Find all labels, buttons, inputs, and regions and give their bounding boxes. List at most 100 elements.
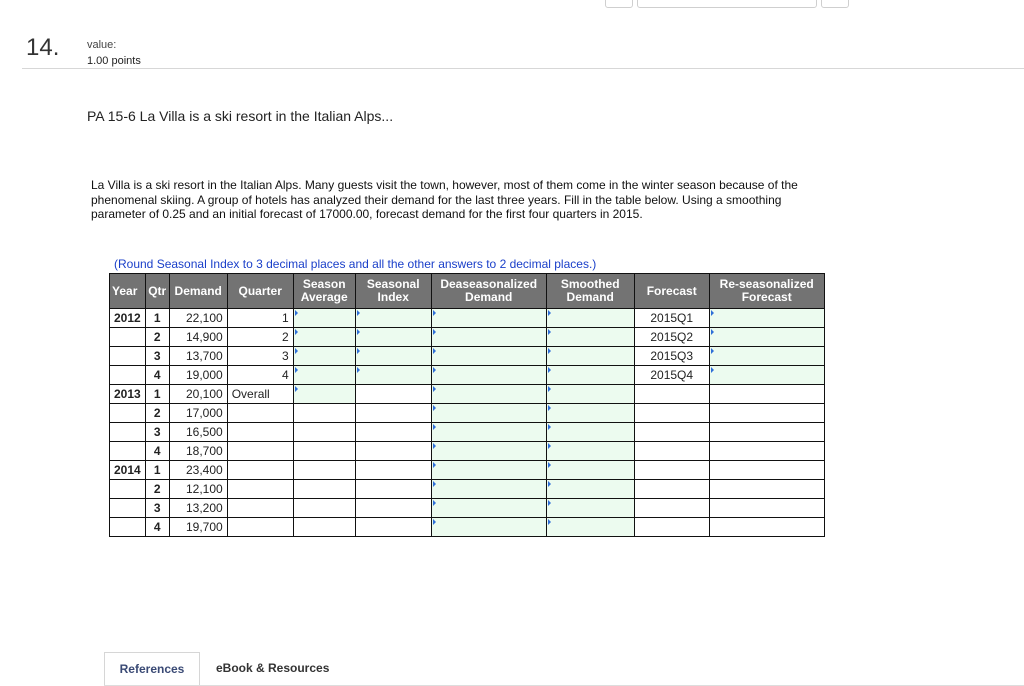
- table-row: 4 19,000 4 2015Q4: [109, 365, 825, 385]
- smoothed-demand-input[interactable]: [545, 460, 635, 480]
- deseasonalized-demand-input[interactable]: [430, 460, 547, 480]
- demand-cell: 13,700: [168, 346, 228, 366]
- forecast-period-cell: [633, 403, 710, 423]
- year-cell: 2012: [109, 308, 146, 328]
- header-reseasonalized-forecast: Re-seasonalized Forecast: [708, 273, 825, 309]
- seasonal-index-input[interactable]: [354, 327, 432, 347]
- deseasonalized-demand-input[interactable]: [430, 403, 547, 423]
- reseasonalized-forecast-input[interactable]: [708, 327, 825, 347]
- smoothed-demand-input[interactable]: [545, 346, 635, 366]
- reseasonalized-forecast-input[interactable]: [708, 308, 825, 328]
- quarter-cell: [226, 479, 294, 499]
- problem-text: La Villa is a ski resort in the Italian …: [91, 178, 798, 221]
- empty-cell: [292, 479, 356, 499]
- deseasonalized-demand-input[interactable]: [430, 517, 547, 537]
- qtr-cell: 1: [144, 308, 170, 328]
- quarter-cell: [226, 460, 294, 480]
- smoothed-demand-input[interactable]: [545, 384, 635, 404]
- deseasonalized-demand-input[interactable]: [430, 327, 547, 347]
- seasonal-index-input[interactable]: [354, 346, 432, 366]
- demand-cell: 12,100: [168, 479, 228, 499]
- demand-cell: 19,000: [168, 365, 228, 385]
- empty-cell: [292, 403, 356, 423]
- smoothed-demand-input[interactable]: [545, 498, 635, 518]
- deseasonalized-demand-input[interactable]: [430, 384, 547, 404]
- empty-cell: [292, 498, 356, 518]
- forecast-period-cell: 2015Q2: [633, 327, 710, 347]
- smoothed-demand-input[interactable]: [545, 308, 635, 328]
- empty-cell: [292, 441, 356, 461]
- header-seasonal-index: Seasonal Index: [354, 273, 432, 309]
- header-season-average: Season Average: [292, 273, 356, 309]
- quarter-cell: [226, 441, 294, 461]
- table-row: 2 14,900 2 2015Q2: [109, 327, 825, 347]
- qtr-cell: 1: [144, 460, 170, 480]
- smoothed-demand-input[interactable]: [545, 517, 635, 537]
- smoothed-demand-input[interactable]: [545, 441, 635, 461]
- quarter-cell: 3: [226, 346, 294, 366]
- seasonal-index-input[interactable]: [354, 365, 432, 385]
- smoothed-demand-input[interactable]: [545, 422, 635, 442]
- top-control-middle[interactable]: [637, 0, 817, 8]
- top-control-left[interactable]: [605, 0, 633, 8]
- forecast-period-cell: [633, 517, 710, 537]
- year-cell: [109, 441, 146, 461]
- season-average-input[interactable]: [292, 365, 356, 385]
- season-average-input[interactable]: [292, 308, 356, 328]
- table-row: 4 19,700: [109, 517, 825, 537]
- rounding-note: (Round Seasonal Index to 3 decimal place…: [114, 257, 597, 271]
- empty-cell: [354, 403, 432, 423]
- header-deseasonalized-demand: Deaseasonalized Demand: [430, 273, 547, 309]
- forecast-period-cell: [633, 384, 710, 404]
- year-cell: [109, 498, 146, 518]
- demand-cell: 20,100: [168, 384, 228, 404]
- empty-cell: [354, 517, 432, 537]
- quarter-cell: 2: [226, 327, 294, 347]
- empty-cell: [708, 498, 825, 518]
- deseasonalized-demand-input[interactable]: [430, 308, 547, 328]
- deseasonalized-demand-input[interactable]: [430, 365, 547, 385]
- quarter-cell: [226, 403, 294, 423]
- table-row: 4 18,700: [109, 441, 825, 461]
- demand-cell: 16,500: [168, 422, 228, 442]
- header-year: Year: [109, 273, 146, 309]
- header-quarter: Quarter: [226, 273, 294, 309]
- value-label: value:: [87, 39, 117, 51]
- reseasonalized-forecast-input[interactable]: [708, 346, 825, 366]
- smoothed-demand-input[interactable]: [545, 327, 635, 347]
- forecast-period-cell: 2015Q3: [633, 346, 710, 366]
- empty-cell: [708, 422, 825, 442]
- year-cell: [109, 517, 146, 537]
- points-value: 1.00 points: [87, 55, 141, 67]
- qtr-cell: 4: [144, 365, 170, 385]
- seasonal-index-input[interactable]: [354, 308, 432, 328]
- quarter-cell: Overall: [226, 384, 294, 404]
- smoothed-demand-input[interactable]: [545, 403, 635, 423]
- demand-cell: 22,100: [168, 308, 228, 328]
- season-average-input[interactable]: [292, 327, 356, 347]
- top-control-right[interactable]: [821, 0, 849, 8]
- year-cell: 2014: [109, 460, 146, 480]
- empty-cell: [354, 479, 432, 499]
- season-average-input[interactable]: [292, 384, 356, 404]
- ebook-resources-tab[interactable]: eBook & Resources: [216, 652, 329, 685]
- forecast-period-cell: [633, 479, 710, 499]
- deseasonalized-demand-input[interactable]: [430, 346, 547, 366]
- smoothed-demand-input[interactable]: [545, 479, 635, 499]
- year-cell: [109, 365, 146, 385]
- deseasonalized-demand-input[interactable]: [430, 479, 547, 499]
- table-row: 2012 1 22,100 1 2015Q1: [109, 308, 825, 328]
- empty-cell: [708, 460, 825, 480]
- empty-cell: [354, 441, 432, 461]
- deseasonalized-demand-input[interactable]: [430, 498, 547, 518]
- deseasonalized-demand-input[interactable]: [430, 422, 547, 442]
- forecast-period-cell: [633, 441, 710, 461]
- smoothed-demand-input[interactable]: [545, 365, 635, 385]
- season-average-input[interactable]: [292, 346, 356, 366]
- deseasonalized-demand-input[interactable]: [430, 441, 547, 461]
- references-tab[interactable]: References: [104, 652, 200, 685]
- problem-title: PA 15-6 La Villa is a ski resort in the …: [87, 108, 394, 124]
- divider: [22, 68, 1024, 69]
- qtr-cell: 3: [144, 498, 170, 518]
- reseasonalized-forecast-input[interactable]: [708, 365, 825, 385]
